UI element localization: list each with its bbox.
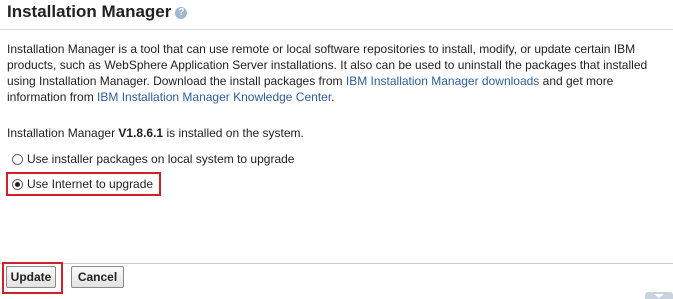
radio-local-packages[interactable] [12,153,23,165]
page-title: Installation Manager? [7,2,188,22]
description-text-3: . [331,90,335,104]
radio-internet[interactable] [12,178,23,190]
update-button[interactable]: Update [6,266,56,288]
footer-divider [0,263,673,264]
option-internet-label[interactable]: Use Internet to upgrade [27,176,153,192]
im-downloads-link[interactable]: IBM Installation Manager downloads [346,74,539,88]
version-prefix: Installation Manager [7,126,119,140]
cancel-button[interactable]: Cancel [71,266,124,288]
option-local-packages[interactable]: Use installer packages on local system t… [12,151,294,167]
title-divider [0,29,673,30]
option-internet[interactable]: Use Internet to upgrade [12,176,153,192]
im-knowledge-center-link[interactable]: IBM Installation Manager Knowledge Cente… [97,90,331,104]
version-statement: Installation Manager V1.8.6.1 is install… [7,125,304,141]
description-paragraph: Installation Manager is a tool that can … [7,41,667,105]
version-suffix: is installed on the system. [163,126,304,140]
help-icon[interactable]: ? [175,7,188,19]
chevron-down-icon[interactable] [645,292,673,299]
option-local-label[interactable]: Use installer packages on local system t… [27,151,294,167]
page-title-text: Installation Manager [7,2,172,21]
version-value: V1.8.6.1 [118,126,164,140]
